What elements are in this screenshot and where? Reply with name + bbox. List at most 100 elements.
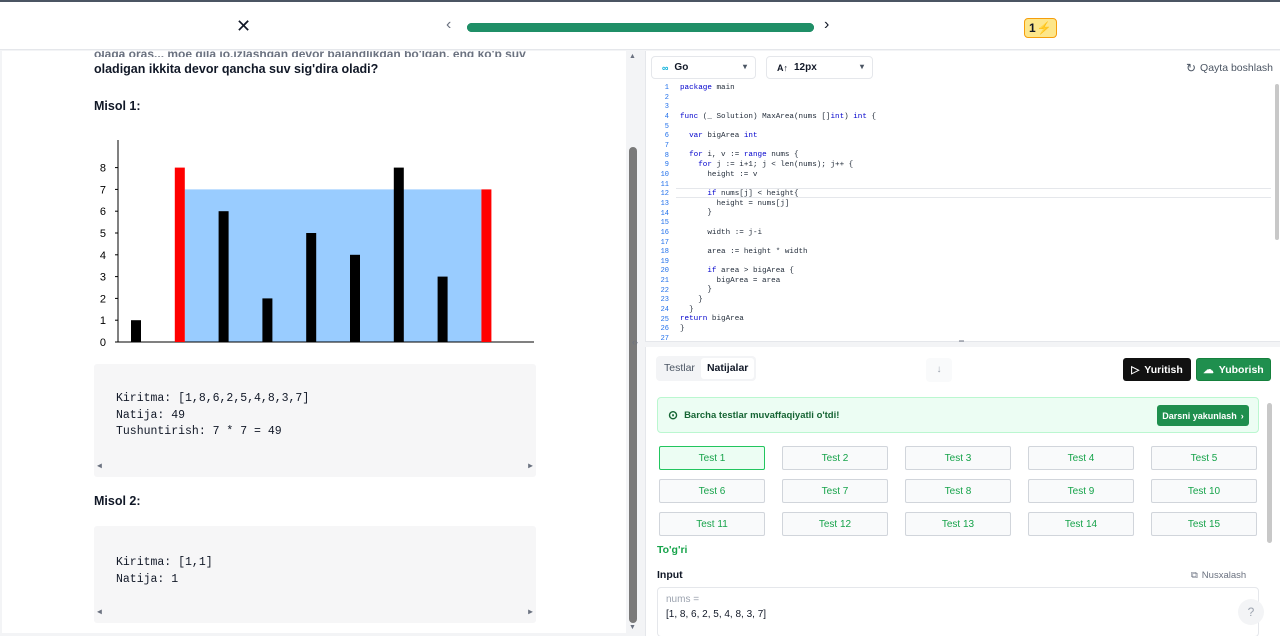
test-grid: Test 1 Test 2 Test 3 Test 4 Test 5 Test 6 Test… bbox=[659, 446, 1257, 536]
restart-button[interactable]: ↻ Qayta boshlash bbox=[1186, 61, 1273, 75]
scroll-up-icon[interactable]: ▲ bbox=[629, 53, 636, 60]
example-2-line: Natija: 1 bbox=[116, 572, 179, 586]
chevron-right-icon[interactable]: › bbox=[824, 16, 829, 34]
drag-handle-icon[interactable]: ═ bbox=[959, 338, 964, 345]
code-line: bigArea = area bbox=[716, 276, 781, 285]
input-value: [1, 8, 6, 2, 5, 4, 8, 3, 7] bbox=[666, 609, 767, 620]
code-line: return bigArea bbox=[680, 315, 744, 324]
code-keyword: int bbox=[853, 112, 867, 121]
test-case-button[interactable]: Test 6 bbox=[659, 479, 765, 503]
scroll-right-icon[interactable]: ▶ bbox=[528, 459, 533, 476]
test-case-button[interactable]: Test 1 bbox=[659, 446, 765, 470]
finish-lesson-label: Darsni yakunlash bbox=[1162, 410, 1237, 421]
copy-button[interactable]: ⧉ Nusxalash bbox=[1191, 570, 1246, 581]
submit-button[interactable]: ☁ Yuborish bbox=[1196, 358, 1271, 381]
help-button[interactable]: ? bbox=[1238, 599, 1264, 625]
line-number: 1 bbox=[664, 84, 669, 92]
water-area bbox=[184, 189, 482, 342]
test-case-button[interactable]: Test 3 bbox=[905, 446, 1011, 470]
y-tick-label: 6 bbox=[100, 206, 106, 218]
restart-icon: ↻ bbox=[1185, 61, 1197, 75]
results-panel: Testlar Natijalar ↓ ▷ Yuritish ☁ Yuboris… bbox=[645, 347, 1280, 636]
line-number: 16 bbox=[660, 228, 669, 237]
chevron-left-icon[interactable]: ‹ bbox=[446, 16, 451, 34]
code-line: func (_ Solution) MaxArea(nums []int) in… bbox=[680, 112, 877, 121]
test-case-button[interactable]: Test 10 bbox=[1151, 479, 1257, 503]
play-icon: ▷ bbox=[1131, 363, 1140, 376]
line-number: 15 bbox=[660, 219, 669, 228]
success-text: Barcha testlar muvaffaqiyatli o'tdi! bbox=[684, 409, 840, 421]
test-case-button[interactable]: Test 9 bbox=[1028, 479, 1134, 503]
code-editor-panel: ∞ Go ▾ A↑ 12px ▾ ↻ Qayta boshlash 123456… bbox=[645, 51, 1280, 344]
code-keyword: range bbox=[743, 151, 767, 160]
y-tick-label: 7 bbox=[100, 184, 106, 196]
y-tick-label: 2 bbox=[100, 293, 106, 305]
language-select[interactable]: ∞ Go ▾ bbox=[651, 56, 756, 79]
code-line: var bigArea int bbox=[689, 132, 758, 141]
example-2-title: Misol 2: bbox=[94, 494, 141, 508]
test-case-button[interactable]: Test 13 bbox=[905, 512, 1011, 536]
line-number: 13 bbox=[660, 199, 669, 208]
scroll-left-icon[interactable]: ◀ bbox=[97, 605, 102, 622]
test-case-button[interactable]: Test 5 bbox=[1151, 446, 1257, 470]
bar bbox=[218, 211, 229, 342]
scroll-right-icon[interactable]: ▶ bbox=[528, 605, 533, 622]
line-number: 14 bbox=[660, 209, 669, 218]
code-keyword: func bbox=[680, 112, 699, 121]
code-text[interactable]: package main func (_ Solution) MaxArea(nu… bbox=[680, 84, 876, 344]
streak-badge: 1 ⚡ bbox=[1024, 18, 1057, 38]
test-case-button[interactable]: Test 14 bbox=[1028, 512, 1134, 536]
line-number: 5 bbox=[664, 122, 669, 131]
test-case-button[interactable]: Test 8 bbox=[905, 479, 1011, 503]
code-keyword: if bbox=[707, 267, 717, 276]
cloud-upload-icon: ☁ bbox=[1203, 363, 1214, 376]
run-button[interactable]: ▷ Yuritish bbox=[1123, 358, 1191, 381]
bar bbox=[306, 233, 317, 342]
font-size-select[interactable]: A↑ 12px ▾ bbox=[766, 56, 873, 79]
test-case-button[interactable]: Test 12 bbox=[782, 512, 888, 536]
line-number: 12 bbox=[660, 190, 669, 199]
code-keyword: return bbox=[680, 315, 708, 324]
code-keyword: for bbox=[698, 161, 712, 170]
test-case-button[interactable]: Test 2 bbox=[782, 446, 888, 470]
results-tabs: Testlar Natijalar bbox=[656, 356, 757, 381]
test-case-button[interactable]: Test 7 bbox=[782, 479, 888, 503]
results-scrollbar[interactable] bbox=[1267, 403, 1272, 543]
editor-scrollbar[interactable] bbox=[1275, 84, 1279, 240]
panel-splitter-icon[interactable]: ‹› bbox=[632, 337, 638, 347]
test-case-button[interactable]: Test 15 bbox=[1151, 512, 1257, 536]
bar bbox=[393, 167, 404, 342]
go-logo-icon: ∞ bbox=[662, 62, 669, 73]
code-line: } bbox=[680, 296, 703, 305]
arrow-down-icon[interactable]: ↓ bbox=[926, 358, 952, 382]
code-line: area := height * width bbox=[707, 247, 808, 256]
code-line: height = nums[j] bbox=[716, 199, 790, 208]
line-number: 21 bbox=[660, 277, 669, 286]
example-2-line: Kiritma: [1,1] bbox=[116, 556, 213, 569]
input-var: nums = bbox=[666, 594, 700, 605]
success-banner: ⊙ Barcha testlar muvaffaqiyatli o'tdi! D… bbox=[657, 397, 1259, 433]
scroll-left-icon[interactable]: ◀ bbox=[97, 459, 102, 476]
scroll-down-icon[interactable]: ▼ bbox=[629, 624, 636, 631]
test-case-button[interactable]: Test 11 bbox=[659, 512, 765, 536]
problem-description: olaga oras... moe qila jo,izlashgan devo… bbox=[94, 51, 554, 79]
input-label: Input bbox=[657, 569, 683, 581]
line-number: 17 bbox=[660, 238, 669, 247]
line-number: 7 bbox=[664, 141, 669, 150]
line-number: 24 bbox=[660, 306, 669, 315]
line-number: 9 bbox=[664, 161, 669, 170]
code-line: for j := i+1; j < len(nums); j++ { bbox=[698, 161, 854, 170]
close-icon[interactable]: ✕ bbox=[236, 16, 251, 37]
scrollbar-thumb[interactable] bbox=[629, 147, 637, 623]
check-circle-icon: ⊙ bbox=[668, 408, 679, 422]
run-label: Yuritish bbox=[1144, 363, 1183, 376]
tab-tests[interactable]: Testlar bbox=[658, 358, 701, 379]
finish-lesson-button[interactable]: Darsni yakunlash › bbox=[1157, 405, 1249, 426]
code-keyword: for bbox=[689, 151, 703, 160]
tab-results[interactable]: Natijalar bbox=[700, 358, 755, 379]
test-case-button[interactable]: Test 4 bbox=[1028, 446, 1134, 470]
